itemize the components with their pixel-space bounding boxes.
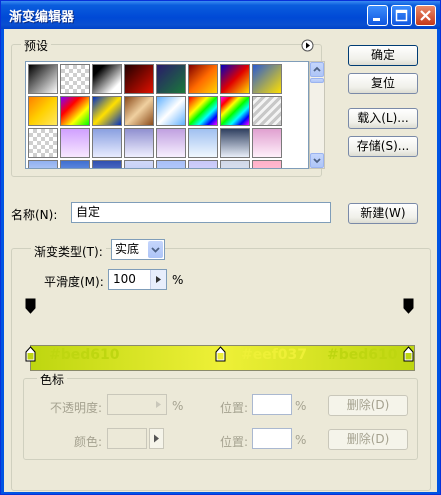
chevron-up-icon: [313, 66, 321, 72]
preset-swatch[interactable]: [220, 160, 250, 168]
presets-scrollbar[interactable]: [309, 61, 325, 169]
save-button[interactable]: 存储(S)...: [348, 136, 418, 157]
gradient-type-value: 实底: [115, 242, 140, 256]
preset-swatch[interactable]: [156, 160, 186, 168]
preset-swatch[interactable]: [92, 96, 122, 126]
preset-swatch[interactable]: [60, 160, 90, 168]
preset-swatch[interactable]: [60, 96, 90, 126]
preset-swatch[interactable]: [188, 64, 218, 94]
smoothness-slider-arrow[interactable]: [150, 270, 166, 289]
smoothness-value: 100: [113, 272, 136, 286]
color-position-input[interactable]: [252, 428, 292, 449]
color-stop-legend: 色标: [37, 371, 68, 388]
dialog-client: 预设 确定 复位 载入(L)... 存储(S)... 名称(N): 自定 新建(…: [4, 29, 437, 492]
preset-swatch[interactable]: [156, 64, 186, 94]
preset-swatch[interactable]: [124, 128, 154, 158]
preset-swatch[interactable]: [156, 96, 186, 126]
close-icon: [420, 10, 431, 21]
opacity-label: 不透明度:: [50, 401, 103, 415]
preset-swatch[interactable]: [220, 64, 250, 94]
window-title: 渐变编辑器: [9, 10, 75, 25]
circle-arrow-right-icon[interactable]: [301, 39, 314, 52]
smoothness-input[interactable]: 100: [108, 269, 167, 290]
smoothness-percent: %: [172, 273, 184, 287]
preset-swatch[interactable]: [188, 160, 218, 168]
preset-swatch[interactable]: [252, 96, 282, 126]
color-position-percent: %: [295, 433, 307, 447]
gradient-type-select[interactable]: 实底: [111, 239, 165, 260]
preset-swatch[interactable]: [124, 96, 154, 126]
load-button[interactable]: 载入(L)...: [348, 108, 418, 129]
scroll-thumb[interactable]: [310, 78, 324, 83]
preset-swatch[interactable]: [188, 128, 218, 158]
presets-legend: 预设: [21, 37, 52, 54]
preset-swatch[interactable]: [60, 64, 90, 94]
opacity-position-input[interactable]: [252, 394, 292, 415]
delete-color-stop-button[interactable]: 删除(D): [328, 429, 408, 450]
preset-swatch[interactable]: [252, 128, 282, 158]
close-button[interactable]: [415, 5, 436, 26]
preset-swatch[interactable]: [28, 128, 58, 158]
presets-swatch-grid: [25, 61, 309, 169]
ok-button[interactable]: 确定: [348, 45, 418, 66]
maximize-icon: [395, 9, 408, 22]
triangle-right-icon: [156, 276, 161, 283]
preset-swatch[interactable]: [124, 160, 154, 168]
preset-swatch[interactable]: [28, 96, 58, 126]
title-bar[interactable]: 渐变编辑器: [1, 1, 440, 29]
opacity-stop-right[interactable]: [403, 298, 414, 317]
preset-swatch[interactable]: [188, 96, 218, 126]
color-stop-right[interactable]: [403, 346, 414, 365]
opacity-input[interactable]: [107, 394, 167, 415]
chevron-down-icon[interactable]: [148, 241, 163, 258]
color-stop-middle[interactable]: [215, 346, 226, 365]
stop-label-middle: #eef037: [241, 347, 308, 363]
chevron-down-icon: [313, 158, 321, 164]
scroll-up-button[interactable]: [310, 62, 324, 77]
opacity-percent: %: [172, 399, 184, 413]
opacity-position-percent: %: [295, 399, 307, 413]
preset-swatch[interactable]: [92, 64, 122, 94]
preset-swatch[interactable]: [92, 128, 122, 158]
preset-swatch[interactable]: [28, 64, 58, 94]
opacity-position-label: 位置:: [220, 401, 249, 415]
new-button[interactable]: 新建(W): [348, 203, 418, 224]
preset-swatch[interactable]: [220, 128, 250, 158]
name-label: 名称(N):: [11, 208, 58, 222]
preset-swatch[interactable]: [156, 128, 186, 158]
stop-label-right: #bed610: [327, 347, 398, 363]
color-position-label: 位置:: [220, 435, 249, 449]
scroll-down-button[interactable]: [310, 153, 324, 168]
minimize-button[interactable]: [367, 5, 388, 26]
delete-opacity-stop-button[interactable]: 删除(D): [328, 395, 408, 416]
color-stop-left[interactable]: [25, 346, 36, 365]
gradient-type-label: 渐变类型(T):: [31, 243, 106, 260]
minimize-icon: [373, 18, 380, 21]
preset-swatch[interactable]: [92, 160, 122, 168]
color-menu-arrow[interactable]: [149, 428, 164, 449]
preset-swatch[interactable]: [220, 96, 250, 126]
gradient-editor-window: 渐变编辑器 预设 确定 复位 载入(L)... 存储(S)... 名称(N): …: [0, 0, 441, 495]
preset-swatch[interactable]: [124, 64, 154, 94]
smoothness-label: 平滑度(M):: [44, 275, 104, 289]
opacity-stop-left[interactable]: [25, 298, 36, 317]
color-label: 颜色:: [74, 435, 103, 449]
color-swatch[interactable]: [107, 428, 147, 449]
preset-swatch[interactable]: [252, 64, 282, 94]
triangle-right-icon: [154, 434, 159, 443]
name-input[interactable]: 自定: [71, 202, 331, 223]
stop-label-left: #bed610: [49, 347, 120, 363]
preset-swatch[interactable]: [252, 160, 282, 168]
triangle-right-icon[interactable]: [151, 395, 166, 414]
preset-swatch[interactable]: [60, 128, 90, 158]
maximize-button[interactable]: [391, 5, 412, 26]
reset-button[interactable]: 复位: [348, 73, 418, 94]
preset-swatch[interactable]: [28, 160, 58, 168]
